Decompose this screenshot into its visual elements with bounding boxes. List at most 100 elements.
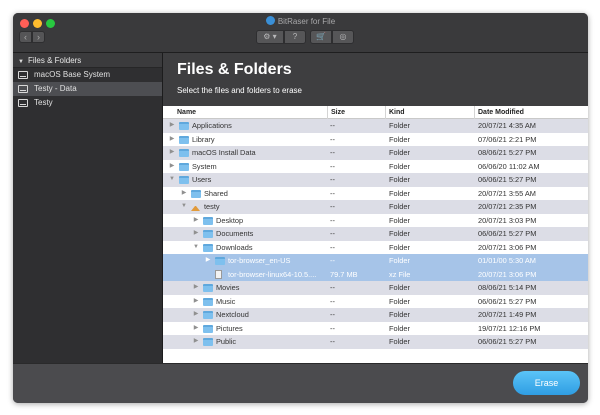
forward-button[interactable]: › (32, 31, 45, 43)
row-date-modified: 20/07/21 4:35 AM (478, 121, 536, 130)
row-size: -- (330, 215, 335, 225)
disclosure-collapsed-icon[interactable]: ▶ (192, 214, 200, 228)
disclosure-collapsed-icon[interactable]: ▶ (192, 295, 200, 309)
table-row[interactable]: ▶ macOS Install Data -- Folder 08/06/21 5:27… (163, 146, 588, 160)
folder-icon (179, 162, 189, 171)
table-row[interactable]: ▶ Desktop -- Folder 20/07/21 3:03 PM (163, 213, 588, 228)
disclosure-collapsed-icon[interactable]: ▶ (192, 335, 200, 349)
disclosure-collapsed-icon[interactable]: ▶ (192, 322, 200, 336)
disclosure-collapsed-icon[interactable]: ▶ (192, 308, 200, 322)
status-button[interactable]: ◎ (332, 30, 354, 44)
table-row[interactable]: ▼ Users -- Folder 06/06/21 5:27 PM (163, 173, 588, 187)
column-header-size[interactable]: Size (327, 106, 385, 119)
column-header-kind[interactable]: Kind (385, 106, 474, 119)
disclosure-expanded-icon[interactable]: ▼ (168, 173, 176, 187)
folder-icon (203, 284, 213, 292)
sidebar-item-2[interactable]: Testy - Data (13, 82, 162, 96)
row-kind: Folder (389, 202, 410, 211)
row-name: Documents (216, 229, 254, 238)
table-row[interactable]: ▶ Nextcloud -- Folder 20/07/21 1:49 PM (163, 308, 588, 322)
disclosure-collapsed-icon[interactable]: ▶ (204, 254, 212, 268)
home-icon (191, 202, 200, 211)
disclosure-collapsed-icon[interactable]: ▶ (168, 146, 176, 160)
disclosure-collapsed-icon[interactable]: ▶ (192, 281, 200, 295)
sidebar-header[interactable]: ▼ Files & Folders (13, 53, 162, 68)
table-row[interactable]: ▶ Shared -- Folder 20/07/21 3:55 AM (163, 186, 588, 201)
disclosure-collapsed-icon[interactable]: ▶ (168, 119, 176, 133)
table-row[interactable]: ▶ Movies -- Folder 08/06/21 5:14 PM (163, 281, 588, 295)
row-name: Movies (216, 283, 240, 292)
settings-gear-button[interactable]: ⚙ ▾ (256, 30, 284, 44)
disclosure-expanded-icon[interactable]: ▼ (192, 241, 200, 255)
page-subtitle: Select the files and folders to erase (177, 86, 302, 95)
column-header-name[interactable]: Name (174, 106, 327, 119)
row-size: -- (330, 337, 335, 346)
table-row[interactable]: ▼ testy -- Folder 20/07/21 2:35 PM (163, 200, 588, 214)
disclosure-collapsed-icon[interactable]: ▶ (168, 133, 176, 147)
row-name: Downloads (216, 242, 253, 252)
row-date-modified: 06/06/21 5:27 PM (478, 175, 537, 184)
row-date-modified: 20/07/21 3:55 AM (478, 188, 536, 198)
column-header-date-modified[interactable]: Date Modified (474, 106, 588, 119)
row-kind: Folder (389, 161, 410, 171)
table-row[interactable]: ▶ tor-browser_en-US -- Folder 01/01/00 5:30 … (163, 254, 588, 268)
row-size: -- (330, 310, 335, 319)
erase-button[interactable]: Erase (513, 371, 580, 395)
back-button[interactable]: ‹ (19, 31, 32, 43)
table-row[interactable]: ▶ Documents -- Folder 06/06/21 5:27 PM (163, 227, 588, 241)
table-row[interactable]: ▶ Music -- Folder 06/06/21 5:27 PM (163, 294, 588, 309)
row-size: -- (330, 134, 335, 144)
drive-icon (18, 85, 28, 93)
row-date-modified: 20/07/21 3:06 PM (478, 242, 537, 252)
row-date-modified: 08/06/21 5:27 PM (478, 148, 537, 157)
row-name: Desktop (216, 215, 244, 225)
row-size: -- (330, 202, 335, 211)
bitraser-logo-icon (265, 16, 275, 25)
file-table: Name Size Kind Date Modified ▶ Applicatio… (163, 106, 588, 363)
table-row[interactable]: ▶ Library -- Folder 07/06/21 2:21 PM (163, 132, 588, 147)
folder-icon (179, 149, 189, 157)
row-kind: Folder (389, 323, 410, 333)
row-kind: Folder (389, 121, 410, 130)
disclosure-collapsed-icon[interactable]: ▶ (168, 160, 176, 174)
row-kind: xz File (389, 269, 411, 279)
row-name: Pictures (216, 323, 243, 333)
main-panel: Files & Folders Select the files and fol… (163, 53, 588, 363)
row-name: Library (192, 134, 215, 144)
table-row[interactable]: tor-browser-linux64-10.5.... 79.7 MB xz Fi… (163, 267, 588, 281)
disclosure-collapsed-icon[interactable]: ▶ (180, 187, 188, 201)
row-size: -- (330, 323, 335, 333)
disclosure-collapsed-icon[interactable]: ▶ (192, 227, 200, 241)
row-kind: Folder (389, 256, 410, 265)
cart-button[interactable]: 🛒 (310, 30, 332, 44)
help-button[interactable]: ? (284, 30, 306, 44)
row-size: -- (330, 175, 335, 184)
row-kind: Folder (389, 337, 410, 346)
drive-icon (18, 99, 28, 107)
disclosure-expanded-icon[interactable]: ▼ (180, 200, 188, 214)
row-name: tor-browser_en-US (228, 256, 291, 265)
row-kind: Folder (389, 148, 410, 157)
page-title: Files & Folders (177, 61, 292, 78)
window-title-label: BitRaser for File (277, 17, 336, 26)
sidebar-item-3[interactable]: Testy (13, 96, 162, 110)
row-kind: Folder (389, 188, 410, 198)
sidebar-item-label: macOS Base System (34, 70, 111, 79)
row-kind: Folder (389, 215, 410, 225)
table-row[interactable]: ▶ Pictures -- Folder 19/07/21 12:16 PM (163, 321, 588, 336)
row-kind: Folder (389, 175, 410, 184)
row-date-modified: 06/06/21 5:27 PM (478, 337, 537, 346)
table-row[interactable]: ▶ Applications -- Folder 20/07/21 4:35 AM (163, 119, 588, 133)
row-date-modified: 06/06/20 11:02 AM (478, 161, 540, 171)
row-date-modified: 01/01/00 5:30 AM (478, 256, 536, 265)
row-name: Shared (204, 188, 228, 198)
row-date-modified: 19/07/21 12:16 PM (478, 323, 541, 333)
row-name: tor-browser-linux64-10.5.... (228, 269, 317, 279)
sidebar-item-label: Testy (34, 98, 53, 107)
row-name: System (192, 161, 217, 171)
sidebar-item-1[interactable]: macOS Base System (13, 68, 162, 82)
table-row[interactable]: ▶ Public -- Folder 06/06/21 5:27 PM (163, 335, 588, 349)
table-row[interactable]: ▼ Downloads -- Folder 20/07/21 3:06 PM (163, 240, 588, 255)
table-row[interactable]: ▶ System -- Folder 06/06/20 11:02 AM (163, 159, 588, 174)
row-date-modified: 07/06/21 2:21 PM (478, 134, 537, 144)
